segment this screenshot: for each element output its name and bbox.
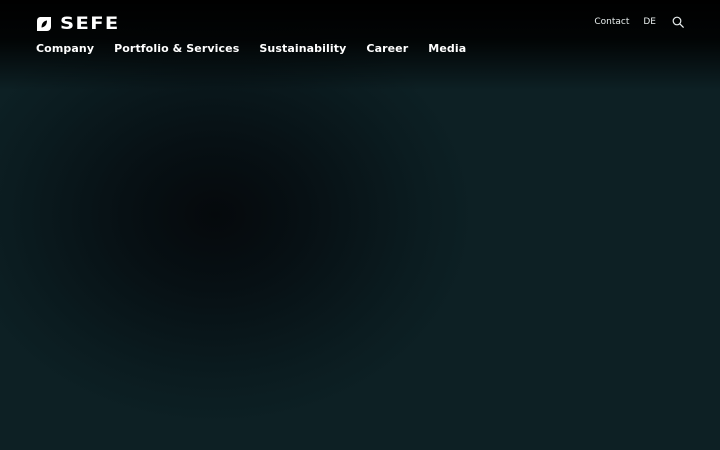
contact-link[interactable]: Contact: [594, 17, 629, 27]
sefe-leaf-icon: [36, 17, 51, 31]
page: SEFE Contact DE Company Portfolio & Serv…: [0, 0, 720, 450]
nav-item-portfolio-services[interactable]: Portfolio & Services: [114, 42, 239, 55]
search-icon[interactable]: [672, 16, 684, 28]
nav-item-sustainability[interactable]: Sustainability: [259, 42, 346, 55]
site-header: SEFE Contact DE Company Portfolio & Serv…: [0, 0, 720, 70]
nav-item-media[interactable]: Media: [428, 42, 466, 55]
nav-item-career[interactable]: Career: [366, 42, 408, 55]
main-nav: Company Portfolio & Services Sustainabil…: [36, 42, 466, 55]
nav-item-company[interactable]: Company: [36, 42, 94, 55]
language-switch[interactable]: DE: [643, 17, 656, 27]
brand-name: SEFE: [60, 14, 120, 34]
brand-logo[interactable]: SEFE: [36, 15, 118, 33]
utility-nav: Contact DE: [594, 16, 684, 28]
